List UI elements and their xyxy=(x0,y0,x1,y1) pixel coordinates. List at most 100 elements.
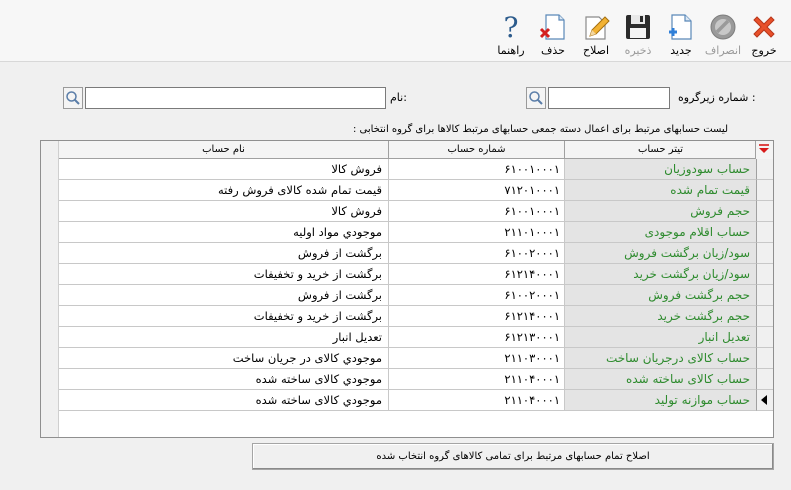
row-selector[interactable] xyxy=(756,306,773,327)
exit-button[interactable]: خروج xyxy=(746,10,782,62)
row-selector[interactable] xyxy=(756,327,773,348)
account-title-cell[interactable]: حساب کالای درجریان ساخت xyxy=(564,348,756,369)
row-selector[interactable] xyxy=(756,201,773,222)
current-row-arrow-icon xyxy=(761,395,767,405)
account-name-cell[interactable]: موجودي کالای ساخته شده xyxy=(59,390,388,411)
table-row[interactable]: فروش کالا ۶۱۰۰۱۰۰۰۱ حساب سودوزیان xyxy=(59,159,773,180)
account-number-text: ۷۱۲۰۱۰۰۰۱ xyxy=(504,183,560,197)
account-name-cell[interactable]: موجودي مواد اولیه xyxy=(59,222,388,243)
account-number-cell[interactable]: ۲۱۱۰۴۰۰۰۱ xyxy=(388,390,564,411)
account-number-text: ۲۱۱۰۱۰۰۰۱ xyxy=(504,225,560,239)
delete-document-icon xyxy=(539,14,565,40)
account-name-cell[interactable]: فروش کالا xyxy=(59,201,388,222)
exit-label: خروج xyxy=(751,44,777,57)
name-input[interactable] xyxy=(85,87,386,109)
new-button[interactable]: جدید xyxy=(663,10,699,62)
account-number-cell[interactable]: ۶۱۰۰۲۰۰۰۱ xyxy=(388,285,564,306)
account-name-cell[interactable]: برگشت از خرید و تخفیفات xyxy=(59,306,388,327)
account-number-cell[interactable]: ۶۱۲۱۴۰۰۰۱ xyxy=(388,306,564,327)
account-number-cell[interactable]: ۶۱۲۱۳۰۰۰۱ xyxy=(388,327,564,348)
table-row[interactable]: موجودي مواد اولیه ۲۱۱۰۱۰۰۰۱ حساب اقلام موج… xyxy=(59,222,773,243)
delete-button[interactable]: حذف xyxy=(535,10,571,62)
account-name-cell[interactable]: تعدیل انبار xyxy=(59,327,388,348)
edit-label: اصلاح xyxy=(582,44,610,57)
account-title-cell[interactable]: حجم برگشت خرید xyxy=(564,306,756,327)
magnifier-icon xyxy=(529,91,543,105)
row-selector[interactable] xyxy=(756,285,773,306)
col-header-name[interactable]: نام حساب xyxy=(59,141,388,159)
account-number-cell[interactable]: ۶۱۰۰۲۰۰۰۱ xyxy=(388,243,564,264)
table-row[interactable]: برگشت از فروش ۶۱۰۰۲۰۰۰۱ سود/زیان برگشت فرو… xyxy=(59,243,773,264)
grid-filter-button[interactable] xyxy=(755,141,773,159)
row-selector[interactable] xyxy=(756,369,773,390)
row-selector[interactable] xyxy=(756,348,773,369)
account-title-cell[interactable]: سود/زیان برگشت خرید xyxy=(564,264,756,285)
account-number-text: ۶۱۲۱۴۰۰۰۱ xyxy=(504,267,560,281)
filter-icon xyxy=(759,144,769,153)
cancel-button[interactable]: انصراف xyxy=(705,10,741,62)
account-number-text: ۲۱۱۰۳۰۰۰۱ xyxy=(504,351,560,365)
account-number-cell[interactable]: ۲۱۱۰۱۰۰۰۱ xyxy=(388,222,564,243)
table-row[interactable]: فروش کالا ۶۱۰۰۱۰۰۰۱ حجم فروش xyxy=(59,201,773,222)
account-number-cell[interactable]: ۶۱۰۰۱۰۰۰۱ xyxy=(388,201,564,222)
row-selector[interactable] xyxy=(756,159,773,180)
edit-button[interactable]: اصلاح xyxy=(578,10,614,62)
cancel-label: انصراف xyxy=(704,44,742,57)
col-header-number[interactable]: شماره حساب xyxy=(388,141,564,159)
list-caption: لیست حسابهای مرتبط برای اعمال دسته جمعی … xyxy=(352,124,728,135)
account-name-cell[interactable]: برگشت از فروش xyxy=(59,243,388,264)
question-mark-icon: ? xyxy=(503,12,518,42)
grid-header: نام حساب شماره حساب تیتر حساب xyxy=(59,141,773,159)
col-header-title[interactable]: تیتر حساب xyxy=(564,141,756,159)
subgroup-number-input[interactable] xyxy=(548,87,670,109)
account-title-cell[interactable]: حساب سودوزیان xyxy=(564,159,756,180)
table-row[interactable]: برگشت از خرید و تخفیفات ۶۱۲۱۴۰۰۰۱ سود/زیان… xyxy=(59,264,773,285)
save-label: ذخیره xyxy=(624,44,652,57)
help-button[interactable]: ? راهنما xyxy=(493,10,529,62)
table-row[interactable]: تعدیل انبار ۶۱۲۱۳۰۰۰۱ تعدیل انبار xyxy=(59,327,773,348)
account-number-cell[interactable]: ۲۱۱۰۴۰۰۰۱ xyxy=(388,369,564,390)
apply-all-button[interactable]: اصلاح تمام حسابهای مرتبط برای تمامی کالا… xyxy=(252,443,774,470)
grid-left-gutter xyxy=(41,141,59,437)
account-number-cell[interactable]: ۲۱۱۰۳۰۰۰۱ xyxy=(388,348,564,369)
account-name-cell[interactable]: برگشت از خرید و تخفیفات xyxy=(59,264,388,285)
account-number-text: ۶۱۰۰۲۰۰۰۱ xyxy=(504,246,560,260)
account-number-text: ۲۱۱۰۴۰۰۰۱ xyxy=(504,372,560,386)
account-name-cell[interactable]: قیمت تمام شده کالای فروش رفته xyxy=(59,180,388,201)
new-document-icon xyxy=(669,14,692,40)
name-lookup-button[interactable] xyxy=(63,87,83,109)
table-row[interactable]: موجودي کالای ساخته شده ۲۱۱۰۴۰۰۰۱ حساب کالا… xyxy=(59,369,773,390)
account-number-text: ۶۱۰۰۱۰۰۰۱ xyxy=(504,204,560,218)
table-row[interactable]: موجودي کالای ساخته شده ۲۱۱۰۴۰۰۰۱ حساب مواز… xyxy=(59,390,773,411)
table-row[interactable]: برگشت از خرید و تخفیفات ۶۱۲۱۴۰۰۰۱ حجم برگش… xyxy=(59,306,773,327)
account-title-cell[interactable]: تعدیل انبار xyxy=(564,327,756,348)
account-title-cell[interactable]: حساب اقلام موجودی xyxy=(564,222,756,243)
subgroup-lookup-button[interactable] xyxy=(526,87,546,109)
table-row[interactable]: قیمت تمام شده کالای فروش رفته ۷۱۲۰۱۰۰۰۱ قی… xyxy=(59,180,773,201)
row-selector[interactable] xyxy=(756,390,773,411)
account-number-cell[interactable]: ۶۱۰۰۱۰۰۰۱ xyxy=(388,159,564,180)
account-name-cell[interactable]: موجودي کالای ساخته شده xyxy=(59,369,388,390)
floppy-disk-icon xyxy=(626,15,650,39)
account-title-cell[interactable]: سود/زیان برگشت فروش xyxy=(564,243,756,264)
row-selector[interactable] xyxy=(756,243,773,264)
row-selector[interactable] xyxy=(756,264,773,285)
account-name-cell[interactable]: فروش کالا xyxy=(59,159,388,180)
account-number-text: ۶۱۲۱۴۰۰۰۱ xyxy=(504,309,560,323)
account-title-cell[interactable]: حجم برگشت فروش xyxy=(564,285,756,306)
account-title-cell[interactable]: حساب موازنه تولید xyxy=(564,390,756,411)
accounts-grid[interactable]: نام حساب شماره حساب تیتر حساب فروش کالا ۶… xyxy=(40,140,774,438)
account-number-text: ۶۱۰۰۲۰۰۰۱ xyxy=(504,288,560,302)
row-selector[interactable] xyxy=(756,222,773,243)
account-title-cell[interactable]: حجم فروش xyxy=(564,201,756,222)
account-title-cell[interactable]: قیمت تمام شده xyxy=(564,180,756,201)
save-button[interactable]: ذخیره xyxy=(620,10,656,62)
row-selector[interactable] xyxy=(756,180,773,201)
account-name-cell[interactable]: موجودي کالای در جریان ساخت xyxy=(59,348,388,369)
table-row[interactable]: برگشت از فروش ۶۱۰۰۲۰۰۰۱ حجم برگشت فروش xyxy=(59,285,773,306)
account-number-cell[interactable]: ۶۱۲۱۴۰۰۰۱ xyxy=(388,264,564,285)
table-row[interactable]: موجودي کالای در جریان ساخت ۲۱۱۰۳۰۰۰۱ حساب … xyxy=(59,348,773,369)
account-number-cell[interactable]: ۷۱۲۰۱۰۰۰۱ xyxy=(388,180,564,201)
account-name-cell[interactable]: برگشت از فروش xyxy=(59,285,388,306)
account-title-cell[interactable]: حساب کالای ساخته شده xyxy=(564,369,756,390)
